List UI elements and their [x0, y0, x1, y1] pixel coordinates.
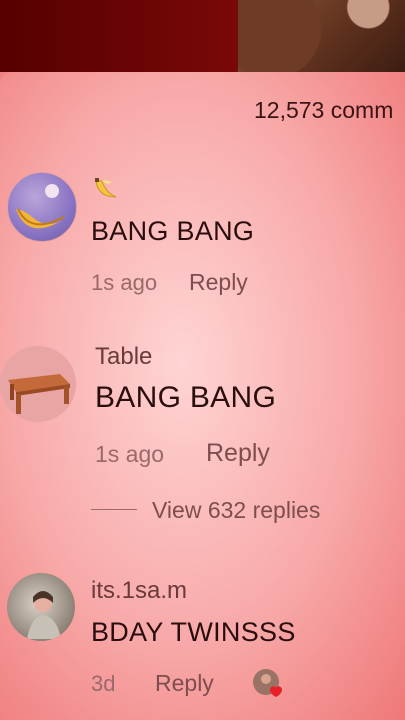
video-thumbnail[interactable] — [238, 0, 405, 72]
commenter-username[interactable]: its.1sa.m — [91, 577, 187, 605]
comment-text: BANG BANG — [91, 216, 255, 246]
comment-count-title: 12,573 comm — [254, 97, 394, 123]
commenter-avatar[interactable] — [7, 573, 75, 641]
comment-timestamp: 1s ago — [95, 441, 165, 467]
replies-divider — [91, 509, 137, 510]
banana-sunset-avatar-image — [16, 184, 68, 229]
comment-text: BANG BANG — [95, 381, 277, 414]
table-icon — [8, 374, 70, 414]
comment-timestamp: 3d — [91, 671, 116, 696]
creator-liked-heart-icon — [251, 667, 285, 699]
commenter-avatar[interactable] — [0, 346, 76, 422]
photo-avatar-image — [27, 591, 61, 639]
video-top-area — [0, 0, 405, 72]
reply-button[interactable]: Reply — [189, 269, 248, 296]
view-replies-button[interactable]: View 632 replies — [152, 497, 320, 524]
reply-button[interactable]: Reply — [206, 439, 270, 468]
comment-timestamp: 1s ago — [91, 270, 158, 295]
comment-text: BDAY TWINSSS — [91, 617, 296, 647]
commenter-username[interactable]: Table — [95, 343, 152, 371]
commenter-avatar[interactable] — [7, 172, 77, 242]
reply-button[interactable]: Reply — [155, 670, 214, 697]
banana-icon — [92, 173, 122, 208]
